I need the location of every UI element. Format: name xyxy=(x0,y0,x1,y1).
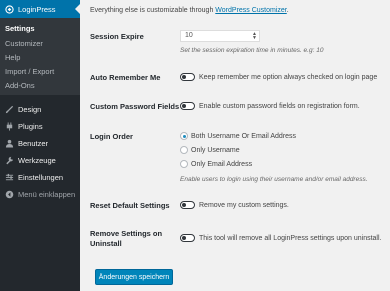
submenu-add-ons[interactable]: Add-Ons xyxy=(5,81,35,90)
submenu-customizer[interactable]: Customizer xyxy=(5,39,43,48)
loginpress-submenu: Settings Customizer Help Import / Export… xyxy=(0,18,80,95)
intro-text-end: . xyxy=(286,7,289,14)
reset-default-text: Remove my custom settings. xyxy=(199,202,289,209)
menu-benutzer-label: Benutzer xyxy=(18,138,49,148)
menu-loginpress[interactable]: LoginPress xyxy=(0,0,80,18)
radio-both-label: Both Username Or Email Address xyxy=(191,133,297,140)
menu-einstellungen-label: Einstellungen xyxy=(18,172,64,182)
toggle-knob xyxy=(182,75,186,79)
remove-uninstall-toggle[interactable] xyxy=(180,234,195,242)
menu-werkzeuge[interactable]: Werkzeuge xyxy=(4,155,56,165)
radio-both-username-email[interactable] xyxy=(180,132,188,140)
loginpress-icon xyxy=(4,4,14,14)
intro-text-lead: Everything else is customizable through xyxy=(90,7,214,14)
session-expire-input[interactable]: 10 ▲ ▼ xyxy=(180,30,260,42)
toggle-knob xyxy=(182,104,186,108)
user-icon xyxy=(4,138,14,148)
collapse-icon xyxy=(4,189,14,199)
brush-icon xyxy=(4,104,14,114)
menu-loginpress-label: LoginPress xyxy=(18,4,56,14)
submenu-import-export[interactable]: Import / Export xyxy=(5,67,54,76)
login-order-description: Enable users to login using their userna… xyxy=(180,176,368,183)
session-expire-description: Set the session expiration time in minut… xyxy=(180,47,324,54)
menu-plugins-label: Plugins xyxy=(18,121,43,131)
wrench-icon xyxy=(4,155,14,165)
auto-remember-text: Keep remember me option always checked o… xyxy=(199,74,378,81)
remove-uninstall-text: This tool will remove all LoginPress set… xyxy=(199,235,382,242)
menu-plugins[interactable]: Plugins xyxy=(4,121,43,131)
remove-uninstall-label-line2: Uninstall xyxy=(90,239,122,248)
menu-collapse-label: Menü einklappen xyxy=(18,189,76,199)
radio-only-username[interactable] xyxy=(180,146,188,154)
settings-panel: Everything else is customizable through … xyxy=(80,0,390,291)
intro-text: Everything else is customizable through … xyxy=(90,7,289,14)
spinner-icon[interactable]: ▲ ▼ xyxy=(252,32,257,41)
radio-email-label: Only Email Address xyxy=(191,161,253,168)
wordpress-customizer-link[interactable]: WordPress Customizer xyxy=(215,7,286,14)
radio-only-email[interactable] xyxy=(180,160,188,168)
session-expire-label: Session Expire xyxy=(90,32,144,41)
session-expire-value: 10 xyxy=(185,32,193,39)
toggle-knob xyxy=(182,236,186,240)
reset-default-label: Reset Default Settings xyxy=(90,201,170,210)
custom-password-toggle[interactable] xyxy=(180,102,195,110)
plugin-icon xyxy=(4,121,14,131)
save-changes-button[interactable]: Änderungen speichern xyxy=(95,269,173,285)
reset-default-toggle[interactable] xyxy=(180,201,195,209)
custom-password-label: Custom Password Fields xyxy=(90,102,180,111)
login-order-label: Login Order xyxy=(90,132,133,141)
remove-uninstall-label-line1: Remove Settings on xyxy=(90,229,163,238)
admin-sidebar: LoginPress Settings Customizer Help Impo… xyxy=(0,0,80,291)
custom-password-text: Enable custom password fields on registr… xyxy=(199,103,360,110)
submenu-help[interactable]: Help xyxy=(5,53,20,62)
menu-collapse[interactable]: Menü einklappen xyxy=(4,189,75,199)
settings-icon xyxy=(4,172,14,182)
auto-remember-label: Auto Remember Me xyxy=(90,73,161,82)
menu-benutzer[interactable]: Benutzer xyxy=(4,138,48,148)
submenu-settings[interactable]: Settings xyxy=(5,24,35,33)
auto-remember-toggle[interactable] xyxy=(180,73,195,81)
radio-username-label: Only Username xyxy=(191,147,240,154)
toggle-knob xyxy=(182,203,186,207)
menu-design-label: Design xyxy=(18,104,42,114)
menu-werkzeuge-label: Werkzeuge xyxy=(18,155,56,165)
menu-design[interactable]: Design xyxy=(4,104,41,114)
menu-einstellungen[interactable]: Einstellungen xyxy=(4,172,63,182)
